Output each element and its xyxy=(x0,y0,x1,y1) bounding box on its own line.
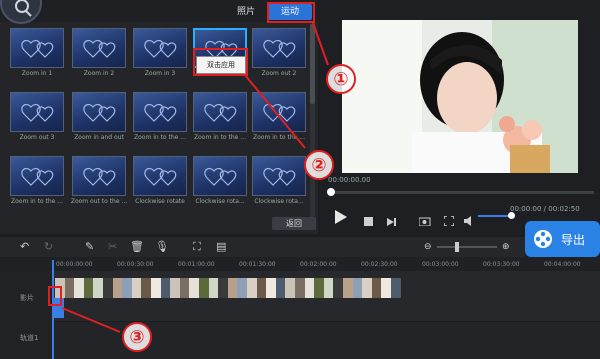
annotation-arrows xyxy=(61,22,329,333)
annotation-step-2: ② xyxy=(304,150,334,180)
annotation-step-3: ③ xyxy=(122,322,152,352)
annotation-step-1: ① xyxy=(326,64,356,94)
